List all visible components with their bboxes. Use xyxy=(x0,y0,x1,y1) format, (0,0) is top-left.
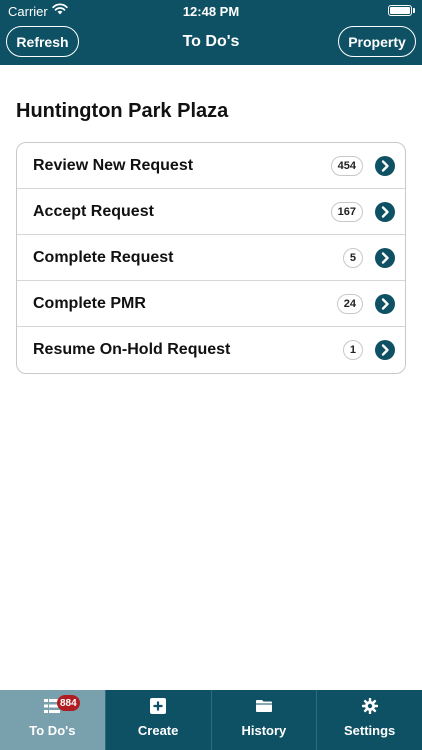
todo-total-badge: 884 xyxy=(57,695,80,711)
tab-label: History xyxy=(241,723,287,738)
tab-bar: 884 To Do's Create History Settings xyxy=(0,690,422,750)
todo-label: Accept Request xyxy=(33,203,154,220)
todo-label: Complete Request xyxy=(33,249,174,266)
header: Carrier 12:48 PM Refresh To Do's Propert… xyxy=(0,0,422,65)
folder-icon xyxy=(255,700,272,712)
chevron-right-icon xyxy=(375,248,395,268)
todo-count-badge: 454 xyxy=(330,156,363,176)
todo-count-badge: 167 xyxy=(330,202,363,222)
tab-todos[interactable]: 884 To Do's xyxy=(0,690,105,750)
todo-row-review-new-request[interactable]: Review New Request 454 xyxy=(17,143,405,189)
tab-label: To Do's xyxy=(29,723,76,738)
tab-settings[interactable]: Settings xyxy=(316,690,422,750)
property-button[interactable]: Property xyxy=(338,26,416,57)
gear-icon xyxy=(361,698,378,714)
chevron-right-icon xyxy=(375,156,395,176)
todo-count-badge: 5 xyxy=(342,248,363,268)
todo-label: Resume On-Hold Request xyxy=(33,341,231,358)
todo-row-accept-request[interactable]: Accept Request 167 xyxy=(17,189,405,235)
tab-create[interactable]: Create xyxy=(104,690,211,750)
status-bar: Carrier 12:48 PM xyxy=(0,0,422,22)
todo-count-badge: 1 xyxy=(342,340,363,360)
todo-row-complete-pmr[interactable]: Complete PMR 24 xyxy=(17,281,405,327)
clock: 12:48 PM xyxy=(182,4,240,19)
plus-square-icon xyxy=(150,698,167,714)
tab-history[interactable]: History xyxy=(210,690,317,750)
todo-label: Complete PMR xyxy=(33,295,146,312)
chevron-right-icon xyxy=(375,202,395,222)
todo-row-resume-on-hold-request[interactable]: Resume On-Hold Request 1 xyxy=(17,327,405,373)
todo-count-badge: 24 xyxy=(336,294,363,314)
battery-icon xyxy=(388,5,415,16)
todo-row-complete-request[interactable]: Complete Request 5 xyxy=(17,235,405,281)
todo-list: Review New Request 454 Accept Request 16… xyxy=(16,142,406,374)
property-name: Huntington Park Plaza xyxy=(16,100,229,122)
todo-label: Review New Request xyxy=(33,157,194,174)
chevron-right-icon xyxy=(375,340,395,360)
tab-label: Settings xyxy=(343,723,396,738)
tab-label: Create xyxy=(137,723,179,738)
chevron-right-icon xyxy=(375,294,395,314)
